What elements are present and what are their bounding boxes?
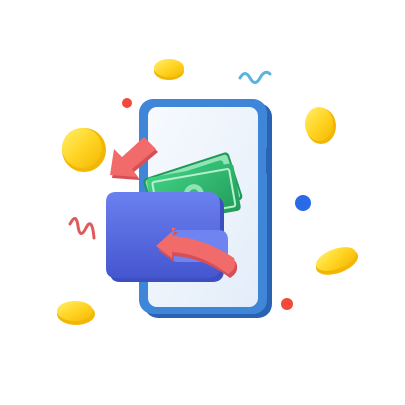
coin-icon [154, 59, 184, 80]
wallet-transfer-illustration [57, 59, 359, 325]
coin-icon [315, 247, 359, 275]
coin-icon [305, 107, 336, 144]
squiggle-icon [238, 70, 272, 84]
squiggle-icon [68, 217, 96, 240]
dot-icon [122, 98, 132, 108]
dot-icon [295, 195, 311, 211]
coin-icon [62, 128, 106, 172]
dot-icon [281, 298, 293, 310]
coin-icon [57, 301, 95, 325]
